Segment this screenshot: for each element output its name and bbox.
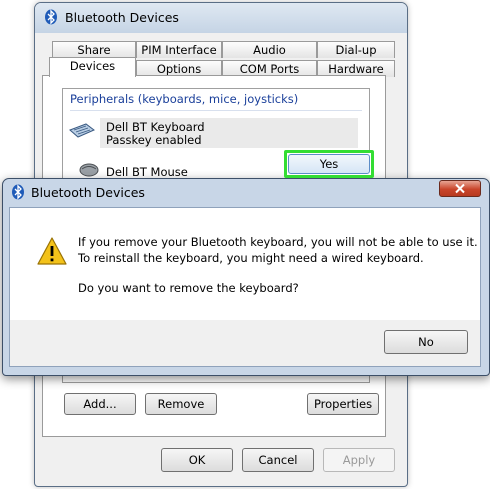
tab-pim-interface[interactable]: PIM Interface (136, 41, 222, 58)
window-titlebar[interactable]: Bluetooth Devices (35, 3, 407, 33)
dialog-question: Do you want to remove the keyboard? (78, 281, 299, 295)
window-title: Bluetooth Devices (65, 10, 179, 25)
warning-icon (36, 236, 68, 269)
tab-devices[interactable]: Devices (49, 57, 136, 77)
device-status: Passkey enabled (106, 133, 202, 147)
dialog-message-line2: To reinstall the keyboard, you might nee… (78, 251, 424, 265)
tab-share[interactable]: Share (52, 41, 136, 58)
ok-button[interactable]: OK (161, 448, 233, 472)
apply-button[interactable]: Apply (323, 448, 395, 472)
bluetooth-icon (43, 9, 59, 28)
add-button[interactable]: Add... (64, 393, 136, 415)
close-button[interactable] (439, 180, 481, 197)
yes-button-highlight: Yes (284, 150, 374, 178)
group-divider (70, 110, 362, 111)
cancel-button[interactable]: Cancel (242, 448, 314, 472)
dialog-message-line1: If you remove your Bluetooth keyboard, y… (78, 235, 478, 249)
close-icon (455, 183, 465, 194)
no-button[interactable]: No (384, 330, 468, 354)
yes-button[interactable]: Yes (288, 154, 370, 174)
properties-button[interactable]: Properties (307, 393, 379, 415)
keyboard-icon (68, 122, 96, 143)
dialog-message-area: If you remove your Bluetooth keyboard, y… (10, 208, 480, 320)
remove-button[interactable]: Remove (145, 393, 217, 415)
group-header-peripherals: Peripherals (keyboards, mice, joysticks) (70, 92, 299, 106)
dialog-title: Bluetooth Devices (31, 185, 145, 200)
tab-dial-up[interactable]: Dial-up (317, 41, 395, 58)
tab-audio[interactable]: Audio (222, 41, 317, 58)
dialog-bluetooth-icon (10, 184, 26, 203)
